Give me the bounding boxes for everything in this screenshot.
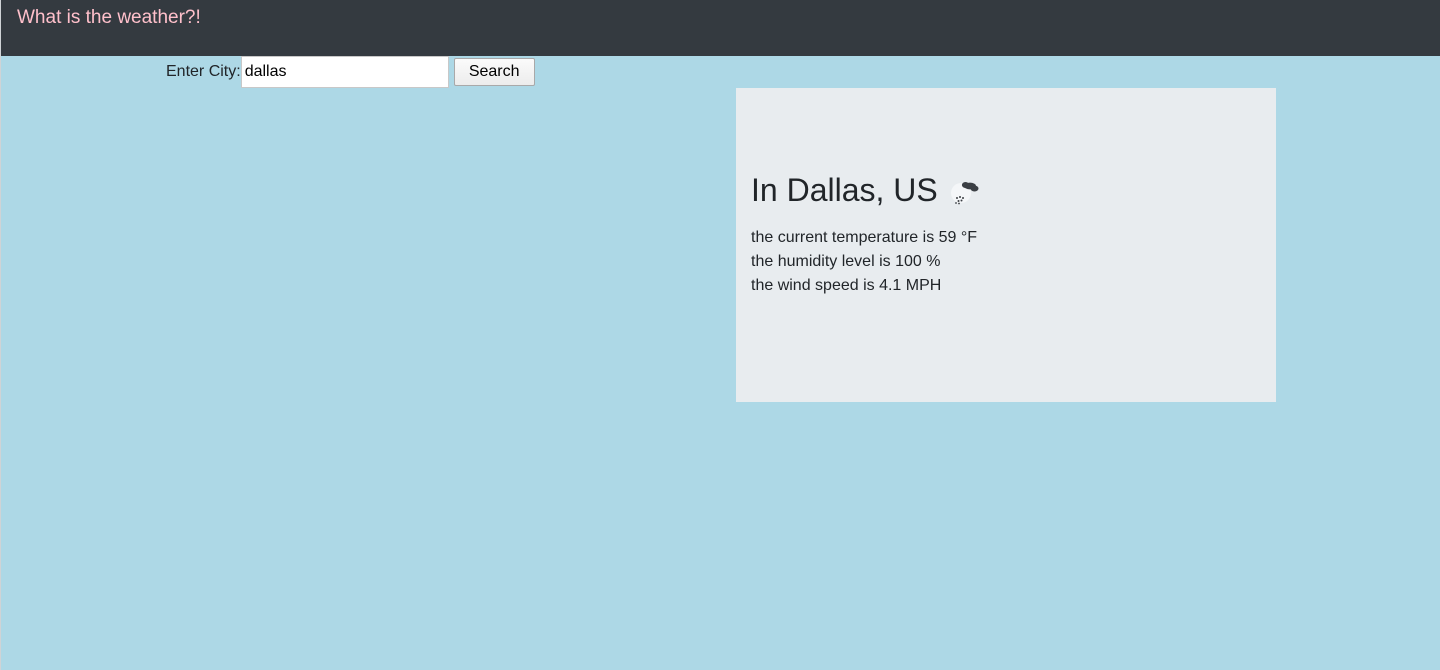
city-heading-text: In Dallas, US	[751, 172, 938, 208]
city-label: Enter City:	[166, 63, 241, 80]
weather-stats: the current temperature is 59 °F the hum…	[751, 226, 977, 298]
navbar: What is the weather?!	[1, 0, 1440, 56]
city-input[interactable]	[240, 56, 449, 88]
navbar-brand[interactable]: What is the weather?!	[17, 6, 201, 30]
city-search-form: Enter City: Search	[166, 56, 535, 88]
temperature-text: the current temperature is 59 °F	[751, 229, 978, 246]
rain-cloud-icon	[948, 172, 984, 208]
city-heading: In Dallas, US	[751, 171, 984, 209]
humidity-text: the humidity level is 100 %	[751, 253, 941, 270]
weather-card: In Dallas, US the current temperature is…	[736, 88, 1276, 402]
search-button[interactable]: Search	[453, 58, 535, 86]
wind-speed-text: the wind speed is 4.1 MPH	[751, 277, 942, 294]
